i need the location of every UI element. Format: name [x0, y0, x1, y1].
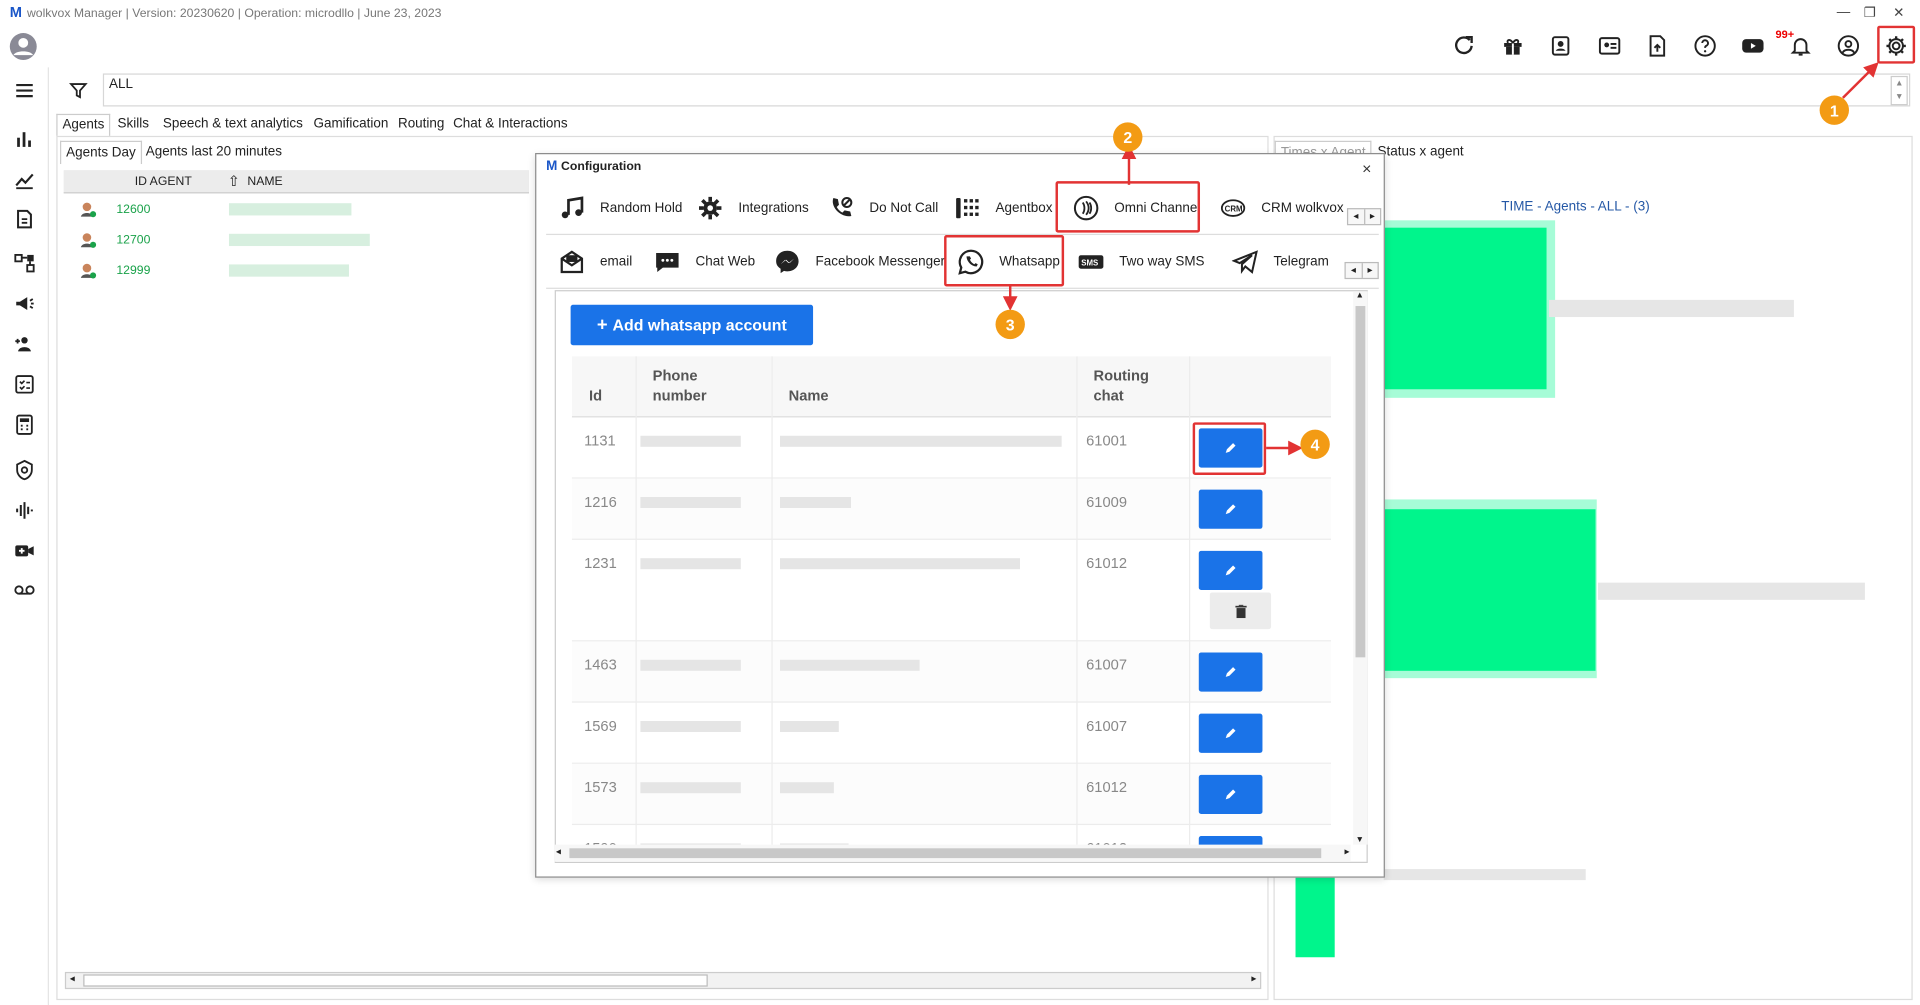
step-marker: 2 [1113, 122, 1143, 152]
step-marker: 3 [995, 309, 1025, 340]
step-marker: 4 [1300, 429, 1330, 460]
step-marker: 1 [1819, 95, 1849, 125]
annotation-arrows [1002, 62, 1879, 456]
